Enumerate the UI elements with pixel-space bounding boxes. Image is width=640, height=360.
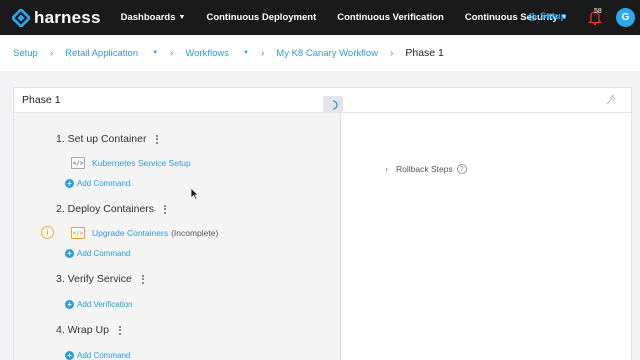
chevron-right-icon: › (390, 47, 394, 59)
nav-setup[interactable]: Setup (527, 11, 566, 22)
step-deploy-containers: 2. Deploy Containers (56, 203, 167, 215)
nav-continuous-deployment[interactable]: Continuous Deployment (206, 12, 316, 23)
add-command-label: Add Command (77, 351, 131, 360)
harness-logo[interactable]: harness (12, 8, 101, 28)
chevron-right-icon: › (49, 47, 54, 59)
gear-icon (527, 12, 537, 22)
nav-dashboards-label: Dashboards (120, 12, 176, 23)
step-title: 3. Verify Service (56, 273, 132, 285)
plus-icon: + (65, 179, 74, 188)
plus-icon: + (65, 300, 74, 309)
step-verify-service: 3. Verify Service (56, 273, 144, 285)
chevron-right-icon: › (170, 47, 174, 59)
add-command-button[interactable]: + Add Command (65, 179, 130, 188)
breadcrumb-current: Phase 1 (405, 47, 444, 59)
pin-icon[interactable] (605, 94, 617, 106)
dropdown-caret-icon[interactable]: ▼ (243, 50, 249, 56)
add-command-label: Add Command (77, 179, 131, 188)
add-command-button[interactable]: + Add Command (65, 351, 130, 360)
notification-count: 58 (594, 8, 602, 15)
command-link[interactable]: Kubernetes Service Setup (92, 158, 191, 168)
phase-panel: Phase 1 1. Set up Container </> Kubernet… (13, 87, 632, 360)
command-link[interactable]: Upgrade Containers (92, 228, 168, 238)
breadcrumb-workflow[interactable]: My K8 Canary Workflow (276, 48, 378, 59)
nav-continuous-deployment-label: Continuous Deployment (206, 12, 317, 23)
more-options-icon[interactable] (156, 134, 159, 144)
command-kubernetes-service-setup[interactable]: </> Kubernetes Service Setup (71, 157, 191, 169)
code-icon: </> (71, 227, 85, 239)
add-verification-button[interactable]: + Add Verification (65, 300, 133, 309)
dropdown-caret-icon[interactable]: ▼ (152, 50, 158, 56)
mouse-cursor-icon (190, 187, 199, 200)
breadcrumb-retail-application[interactable]: Retail Application (65, 48, 138, 59)
panel-header: Phase 1 (14, 88, 631, 113)
main-nav: Dashboards ▼ Continuous Deployment Contin… (121, 12, 589, 23)
breadcrumb-setup[interactable]: Setup (13, 48, 38, 59)
avatar[interactable]: G (616, 8, 635, 27)
command-upgrade-containers[interactable]: </> Upgrade Containers (Incomplete) (71, 227, 218, 239)
breadcrumb: Setup › Retail Application ▼ › Workflows… (0, 35, 640, 71)
harness-logo-icon (12, 8, 30, 27)
code-icon: </> (71, 157, 85, 169)
chevron-right-icon: › (260, 47, 265, 59)
more-options-icon[interactable] (141, 274, 144, 284)
brand-name: harness (34, 7, 101, 27)
step-title: 1. Set up Container (56, 133, 147, 145)
help-icon[interactable]: ? (456, 164, 467, 174)
step-title: 2. Deploy Containers (56, 203, 155, 215)
warning-info-icon[interactable]: i (41, 226, 54, 239)
loading-spinner-icon (323, 96, 343, 113)
add-command-label: Add Command (77, 249, 131, 258)
nav-continuous-verification-label: Continuous Verification (337, 12, 444, 23)
plus-icon: + (65, 351, 74, 360)
rollback-column: › Rollback Steps ? (341, 113, 631, 360)
nav-dashboards[interactable]: Dashboards ▼ (121, 12, 186, 23)
step-set-up-container: 1. Set up Container (56, 133, 159, 145)
nav-setup-label: Setup (540, 11, 567, 22)
chevron-right-icon: › (385, 164, 388, 174)
step-wrap-up: 4. Wrap Up (56, 324, 121, 336)
add-command-button[interactable]: + Add Command (65, 249, 130, 258)
chevron-down-icon: ▼ (178, 14, 186, 21)
plus-icon: + (65, 249, 74, 258)
step-title: 4. Wrap Up (56, 324, 109, 336)
add-verification-label: Add Verification (77, 300, 133, 309)
top-nav-bar: harness Dashboards ▼ Continuous Deploymen… (0, 0, 640, 35)
rollback-steps-toggle[interactable]: › Rollback Steps ? (385, 164, 467, 174)
more-options-icon[interactable] (118, 325, 121, 335)
panel-title: Phase 1 (22, 94, 61, 106)
more-options-icon[interactable] (164, 204, 167, 214)
command-status: (Incomplete) (171, 228, 219, 238)
workflow-steps-column: 1. Set up Container </> Kubernetes Servi… (14, 113, 340, 360)
nav-continuous-verification[interactable]: Continuous Verification (337, 12, 444, 23)
breadcrumb-workflows[interactable]: Workflows (185, 48, 229, 59)
rollback-steps-label: Rollback Steps (396, 164, 453, 174)
